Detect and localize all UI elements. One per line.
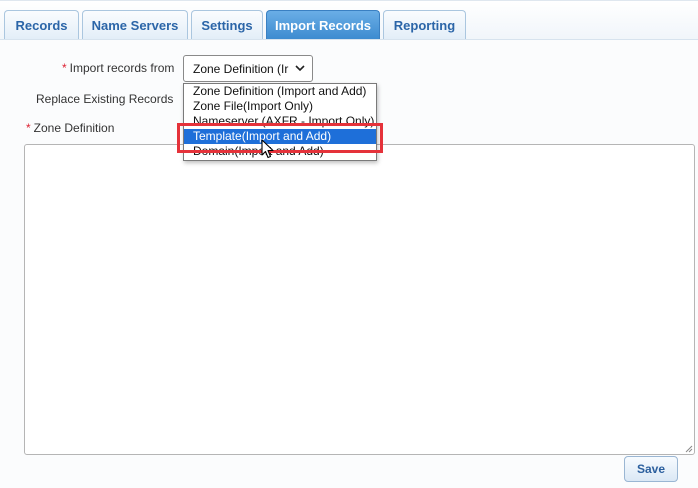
resize-grip-icon[interactable] — [684, 444, 693, 453]
dropdown-option-template[interactable]: Template(Import and Add) — [184, 129, 376, 144]
chevron-down-icon — [295, 65, 305, 72]
replace-existing-label: Replace Existing Records — [36, 92, 174, 106]
tab-records[interactable]: Records — [4, 10, 79, 39]
import-from-dropdown: Zone Definition (Import and Add) Zone Fi… — [183, 83, 377, 161]
tab-bar: Records Name Servers Settings Import Rec… — [0, 0, 698, 41]
zone-definition-label: * Zone Definition — [26, 121, 115, 135]
import-from-select[interactable]: Zone Definition (Ir — [183, 55, 313, 82]
required-marker: * — [62, 61, 67, 75]
tab-import-records[interactable]: Import Records — [266, 10, 380, 39]
required-marker: * — [26, 121, 31, 135]
tab-settings[interactable]: Settings — [191, 10, 263, 39]
dropdown-option-zone-definition[interactable]: Zone Definition (Import and Add) — [184, 84, 376, 99]
dropdown-option-zone-file[interactable]: Zone File(Import Only) — [184, 99, 376, 114]
save-button[interactable]: Save — [624, 456, 678, 482]
tab-reporting[interactable]: Reporting — [383, 10, 466, 39]
tab-name-servers[interactable]: Name Servers — [82, 10, 188, 39]
zone-definition-textarea[interactable] — [24, 144, 695, 455]
dropdown-option-domain[interactable]: Domain(Import and Add) — [184, 144, 376, 159]
import-from-label: * Import records from — [62, 61, 175, 75]
dropdown-option-nameserver[interactable]: Nameserver (AXFR - Import Only) — [184, 114, 376, 129]
mouse-cursor-icon — [261, 139, 274, 159]
import-from-value: Zone Definition (Ir — [193, 61, 289, 76]
